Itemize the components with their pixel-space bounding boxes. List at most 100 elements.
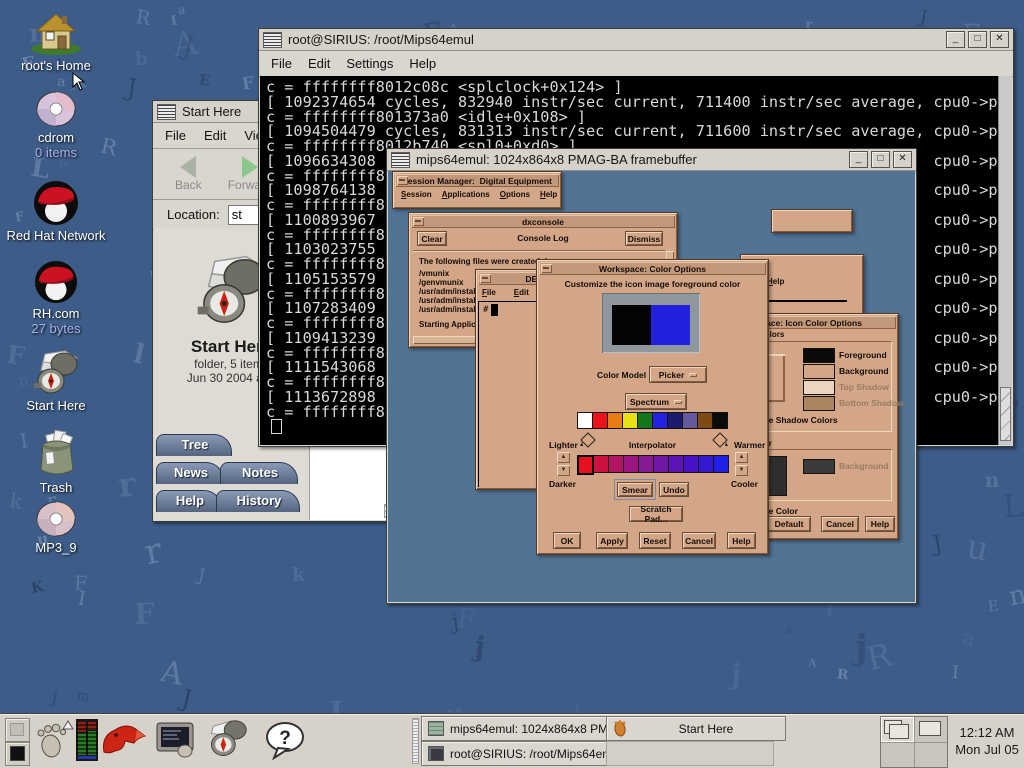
menu-item-session[interactable]: Session [401, 190, 432, 199]
terminal-scrollbar[interactable] [998, 76, 1012, 445]
cancel-button[interactable]: Cancel [682, 532, 716, 549]
tab-news[interactable]: News [156, 462, 224, 484]
dismiss-button[interactable]: Dismiss [625, 231, 663, 246]
desktop-icon-redhat-network[interactable]: Red Hat Network [0, 180, 112, 243]
color-model-dropdown[interactable]: Picker [649, 366, 707, 383]
workspace-2[interactable] [915, 717, 948, 742]
workspace-4[interactable] [915, 743, 948, 768]
color-swatch[interactable] [577, 455, 594, 475]
tab-tree[interactable]: Tree [156, 434, 232, 456]
mozilla-launcher[interactable] [100, 717, 148, 763]
color-swatch[interactable] [608, 412, 623, 429]
undo-button[interactable]: Undo [659, 482, 689, 497]
color-swatch[interactable] [653, 412, 668, 429]
menu-item-file[interactable]: File [271, 56, 292, 71]
maximize-button[interactable]: □ [871, 151, 890, 168]
close-button[interactable]: ✕ [990, 31, 1009, 48]
desktop-icon-trash[interactable]: Trash [0, 426, 112, 495]
color-options-titlebar[interactable]: Workspace: Color Options [539, 262, 766, 275]
terminal-titlebar[interactable]: root@SIRIUS: /root/Mips64emul _ □ ✕ [259, 29, 1013, 51]
swatch-top-shadow[interactable] [803, 380, 835, 395]
clock-applet[interactable]: 12:12 AM Mon Jul 05 [952, 714, 1022, 768]
color-swatch[interactable] [669, 455, 684, 473]
color-swatch[interactable] [684, 455, 699, 473]
desktop-icon-start-here[interactable]: Start Here [0, 350, 112, 413]
apply-button[interactable]: Apply [596, 532, 628, 549]
window-menu-icon[interactable] [480, 274, 491, 283]
framebuffer-titlebar[interactable]: mips64emul: 1024x864x8 PMAG-BA framebuff… [387, 149, 916, 171]
panel-button-light[interactable] [5, 718, 30, 742]
menu-item-applications[interactable]: Applications [442, 190, 490, 199]
desktop-icon-rhcom[interactable]: RH.com 27 bytes [0, 260, 112, 336]
warmer-arrow-up[interactable]: ▲ [735, 452, 748, 463]
menu-item-edit[interactable]: Edit [514, 288, 529, 297]
window-menu-icon[interactable] [263, 32, 282, 48]
window-menu-icon[interactable] [391, 152, 410, 168]
color-swatch[interactable] [624, 455, 639, 473]
color-swatch[interactable] [638, 412, 653, 429]
minimize-button[interactable]: _ [849, 151, 868, 168]
taskbar-task-terminal[interactable]: root@SIRIUS: /root/Mips64emul [421, 741, 618, 766]
paint-bucket-icon[interactable] [711, 431, 729, 450]
back-button[interactable]: Back [175, 156, 202, 192]
default-button[interactable]: Default [767, 516, 811, 532]
menu-item-help[interactable]: Help [540, 190, 557, 199]
desktop-icon-mp3[interactable]: MP3_9 [0, 500, 112, 555]
desktop-icon-home[interactable]: root's Home [0, 8, 112, 73]
tab-help[interactable]: Help [156, 490, 222, 512]
close-button[interactable]: ✕ [893, 151, 912, 168]
menu-item-help[interactable]: Help [409, 56, 436, 71]
panel-handle[interactable] [412, 718, 419, 764]
color-swatch[interactable] [714, 455, 729, 473]
menu-item-edit[interactable]: Edit [308, 56, 330, 71]
lighter-arrow-up[interactable]: ▲ [557, 452, 570, 463]
help-button[interactable]: Help [727, 532, 756, 549]
cancel-button[interactable]: Cancel [821, 516, 859, 532]
menu-item-file[interactable]: File [482, 288, 496, 297]
desktop-icon-cdrom[interactable]: cdrom 0 items [0, 90, 112, 160]
color-swatch[interactable] [698, 412, 713, 429]
menu-item-edit[interactable]: Edit [204, 128, 226, 143]
scrollbar-thumb[interactable] [1000, 387, 1011, 441]
color-swatch[interactable] [609, 455, 624, 473]
session-manager-titlebar[interactable]: Session Manager: Digital Equipment [395, 174, 559, 187]
color-swatch[interactable] [594, 455, 609, 473]
tab-notes[interactable]: Notes [220, 462, 298, 484]
darker-arrow-down[interactable]: ▼ [557, 465, 570, 476]
color-swatch[interactable] [577, 412, 593, 429]
dxconsole-titlebar[interactable]: dxconsole [411, 215, 675, 228]
color-swatch[interactable] [683, 412, 698, 429]
color-swatch[interactable] [699, 455, 714, 473]
minimize-button[interactable]: _ [946, 31, 965, 48]
workspace-3[interactable] [881, 743, 914, 768]
window-menu-icon[interactable] [157, 104, 176, 120]
swatch-foreground[interactable] [803, 348, 835, 363]
color-swatch[interactable] [639, 455, 654, 473]
system-monitor-applet[interactable] [74, 717, 100, 763]
framebuffer-desktop[interactable]: Session Manager: Digital Equipment Sessi… [388, 171, 915, 602]
workspace-pager[interactable] [880, 716, 948, 768]
menu-item-settings[interactable]: Settings [346, 56, 393, 71]
box-background-swatch[interactable] [803, 459, 835, 474]
color-swatch[interactable] [713, 412, 728, 429]
menu-item-help[interactable]: Help [767, 277, 784, 286]
color-swatch[interactable] [623, 412, 638, 429]
swatch-background[interactable] [803, 364, 835, 379]
cooler-arrow-down[interactable]: ▼ [735, 465, 748, 476]
window-menu-icon[interactable] [413, 217, 424, 226]
reset-button[interactable]: Reset [639, 532, 671, 549]
maximize-button[interactable]: □ [968, 31, 987, 48]
help-button[interactable]: Help [865, 516, 895, 532]
taskbar-task-start-here[interactable]: Start Here [606, 716, 786, 741]
ok-button[interactable]: OK [553, 532, 581, 549]
spectrum-dropdown[interactable]: Spectrum [625, 393, 687, 410]
panel-button-dark[interactable] [5, 742, 30, 766]
window-menu-icon[interactable] [541, 264, 552, 273]
color-swatch[interactable] [654, 455, 669, 473]
start-here-launcher[interactable] [202, 717, 252, 763]
scratch-pad-button[interactable]: Scratch Pad... [629, 506, 683, 522]
popup-arrow-icon[interactable] [62, 720, 74, 730]
tab-history[interactable]: History [216, 490, 300, 512]
terminal-launcher[interactable] [152, 717, 198, 763]
menu-item-file[interactable]: File [165, 128, 186, 143]
